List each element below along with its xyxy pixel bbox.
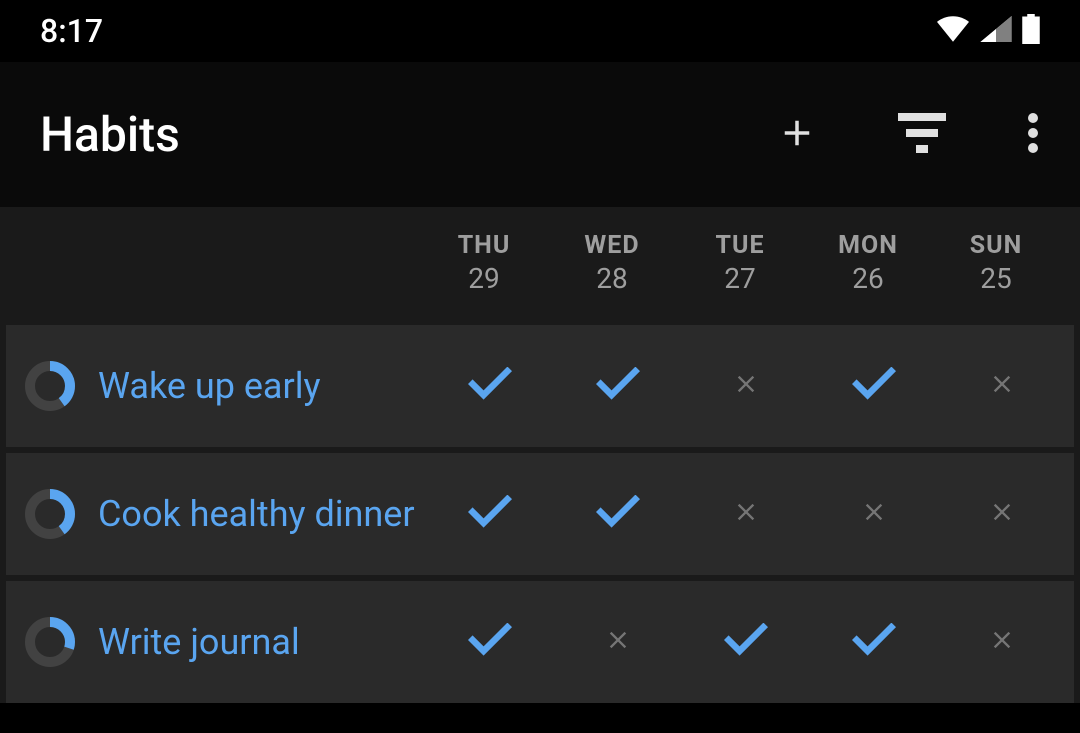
day-col: THU29: [420, 231, 548, 295]
check-icon: [852, 623, 896, 661]
add-button[interactable]: [776, 112, 818, 157]
habit-name: Write journal: [98, 621, 300, 663]
cellular-icon: [980, 16, 1012, 46]
progress-ring-icon: [24, 360, 76, 412]
habit-mark[interactable]: [938, 370, 1066, 402]
check-icon: [468, 367, 512, 405]
page-title: Habits: [40, 106, 180, 163]
wifi-icon: [936, 16, 970, 46]
habit-info: Wake up early: [6, 360, 426, 412]
habit-mark[interactable]: [426, 495, 554, 533]
cross-icon: [988, 370, 1016, 402]
habit-mark[interactable]: [938, 498, 1066, 530]
check-icon: [852, 367, 896, 405]
filter-icon: [898, 113, 946, 156]
content: THU29WED28TUE27MON26SUN25 Wake up early C…: [0, 207, 1080, 703]
day-col: MON26: [804, 231, 932, 295]
day-col: WED28: [548, 231, 676, 295]
habit-name: Cook healthy dinner: [98, 493, 415, 535]
more-vert-icon: [1026, 113, 1040, 156]
cross-icon: [732, 498, 760, 530]
progress-ring-icon: [24, 616, 76, 668]
battery-icon: [1022, 14, 1040, 48]
day-label: THU: [420, 231, 548, 260]
habit-mark[interactable]: [810, 367, 938, 405]
check-icon: [468, 623, 512, 661]
app-bar-actions: [776, 112, 1040, 157]
filter-button[interactable]: [898, 113, 946, 156]
habit-mark[interactable]: [682, 498, 810, 530]
day-label: MON: [804, 231, 932, 260]
check-icon: [596, 495, 640, 533]
status-icons: [936, 14, 1040, 48]
habit-mark[interactable]: [426, 367, 554, 405]
habit-mark[interactable]: [810, 623, 938, 661]
day-col: TUE27: [676, 231, 804, 295]
day-label: WED: [548, 231, 676, 260]
progress-ring-icon: [24, 488, 76, 540]
status-bar: 8:17: [0, 0, 1080, 62]
habit-mark[interactable]: [554, 367, 682, 405]
cross-icon: [988, 626, 1016, 658]
habit-mark[interactable]: [682, 623, 810, 661]
day-col: SUN25: [932, 231, 1060, 295]
cross-icon: [604, 626, 632, 658]
habit-mark[interactable]: [682, 370, 810, 402]
day-label: SUN: [932, 231, 1060, 260]
habit-row[interactable]: Write journal: [6, 581, 1074, 703]
habit-mark[interactable]: [554, 626, 682, 658]
cross-icon: [732, 370, 760, 402]
day-number: 25: [932, 262, 1060, 295]
habit-mark[interactable]: [426, 623, 554, 661]
habit-mark[interactable]: [810, 498, 938, 530]
habit-mark[interactable]: [938, 626, 1066, 658]
day-number: 29: [420, 262, 548, 295]
cross-icon: [988, 498, 1016, 530]
plus-icon: [776, 112, 818, 157]
day-number: 27: [676, 262, 804, 295]
habit-info: Write journal: [6, 616, 426, 668]
habit-info: Cook healthy dinner: [6, 488, 426, 540]
habit-name: Wake up early: [98, 365, 321, 407]
check-icon: [596, 367, 640, 405]
habit-row[interactable]: Cook healthy dinner: [6, 453, 1074, 575]
more-button[interactable]: [1026, 113, 1040, 156]
habit-row[interactable]: Wake up early: [6, 325, 1074, 447]
cross-icon: [860, 498, 888, 530]
day-number: 26: [804, 262, 932, 295]
check-icon: [724, 623, 768, 661]
days-header: THU29WED28TUE27MON26SUN25: [0, 207, 1080, 319]
habit-mark[interactable]: [554, 495, 682, 533]
app-bar: Habits: [0, 62, 1080, 207]
day-label: TUE: [676, 231, 804, 260]
check-icon: [468, 495, 512, 533]
day-number: 28: [548, 262, 676, 295]
status-time: 8:17: [40, 12, 103, 50]
